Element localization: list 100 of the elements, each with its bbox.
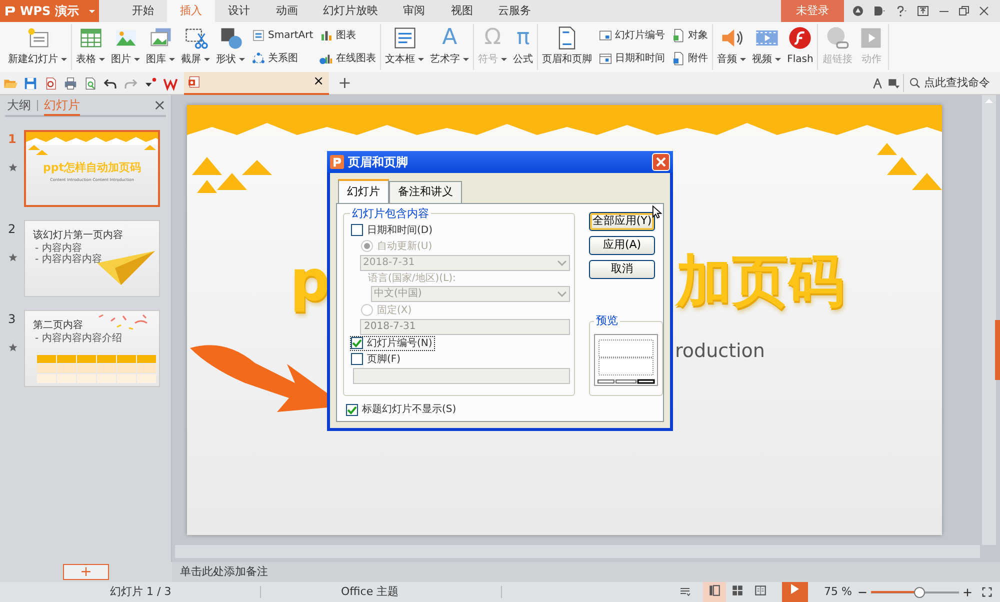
bullet-text: - 内容内容内容 xyxy=(35,252,102,267)
bullet-text: - 内容内容 xyxy=(35,242,82,254)
slide-thumbnail[interactable]: 该幻灯片第一页内容 - 内容内容 - 内容内容内容 xyxy=(24,220,160,297)
flash-icon xyxy=(787,25,814,51)
tab-close-button[interactable]: × xyxy=(312,72,325,92)
zoom-level: 75 % xyxy=(824,584,852,600)
menu-tab[interactable]: 幻灯片放映 xyxy=(311,0,390,22)
toolbar-button[interactable] xyxy=(62,76,79,90)
slide-title: 该幻灯片第一页内容 xyxy=(33,228,123,242)
ribbon-button[interactable]: 日期和时间 xyxy=(596,51,668,66)
panel-close-button[interactable]: × xyxy=(153,94,166,116)
notes-toggle-icon[interactable] xyxy=(679,586,692,598)
notes-field[interactable]: 单击此处添加备注 xyxy=(172,562,1000,582)
pi-icon: π xyxy=(516,24,530,52)
fit-window-icon[interactable] xyxy=(982,587,992,597)
close-button[interactable] xyxy=(652,153,670,171)
ribbon-button[interactable]: SmartArt xyxy=(249,28,316,43)
play-icon xyxy=(790,583,800,596)
slideshow-button[interactable] xyxy=(782,582,808,602)
dialog-title: 页眉和页脚 xyxy=(348,154,408,171)
ribbon-button[interactable]: 音频 xyxy=(715,24,748,70)
ribbon-button[interactable]: 形状 xyxy=(214,24,247,70)
menu-tab[interactable]: 云服务 xyxy=(486,0,543,22)
ribbon-button[interactable]: A 艺术字 xyxy=(428,24,472,70)
ribbon-button[interactable]: 对象 xyxy=(669,28,710,43)
ribbon-button[interactable]: 页眉和页脚 xyxy=(540,24,594,70)
radio-dot-icon xyxy=(364,243,370,249)
diagram-icon xyxy=(251,28,266,43)
dialog-button[interactable]: 取消 xyxy=(589,260,655,278)
dialog-button[interactable]: 全部应用(Y) xyxy=(589,212,655,230)
ribbon-button[interactable]: 文本框 xyxy=(383,24,426,70)
ribbon-button[interactable]: 新建幻灯片 xyxy=(6,24,69,70)
ribbon-button[interactable]: 截屏 xyxy=(179,24,212,70)
document-tab[interactable]: × xyxy=(184,72,329,94)
slide-title: 加页码 xyxy=(676,248,844,316)
menu-tab[interactable]: 动画 xyxy=(263,0,311,22)
panel-tab[interactable]: 大纲 xyxy=(7,96,31,114)
animation-star-icon xyxy=(8,162,18,173)
slide-number: 3 xyxy=(8,311,17,328)
print-preview-icon xyxy=(83,76,98,90)
slide-title: p xyxy=(290,248,330,316)
menu-tab[interactable]: 开始 xyxy=(119,0,167,22)
slide-sorter-icon xyxy=(731,584,744,597)
print-icon xyxy=(63,76,78,90)
slide-number: 2 xyxy=(8,221,17,238)
save-icon xyxy=(23,76,38,90)
menu-tab[interactable]: 审阅 xyxy=(390,0,438,22)
checkbox[interactable]: 标题幻灯片不显示(S) xyxy=(345,402,460,417)
textbox-icon xyxy=(392,25,418,51)
vertical-scrollbar[interactable] xyxy=(982,95,996,545)
normal-view-icon xyxy=(708,584,722,597)
ribbon-button[interactable]: 附件 xyxy=(669,51,710,66)
close-icon[interactable] xyxy=(978,5,990,17)
ribbon-button[interactable]: 图表 xyxy=(317,28,378,43)
checkmark-icon xyxy=(352,338,362,348)
ribbon-button[interactable]: π 公式 xyxy=(511,24,536,70)
dialog-tab[interactable]: 备注和讲义 xyxy=(389,181,462,202)
panel-icon[interactable] xyxy=(887,76,900,90)
logo-icon xyxy=(4,5,16,17)
ribbon-button[interactable]: 关系图 xyxy=(249,51,316,66)
omega-icon: Ω xyxy=(484,24,502,52)
animation-star-icon xyxy=(8,342,18,353)
letter-a-icon: A xyxy=(442,24,458,52)
menu-tab[interactable]: 设计 xyxy=(215,0,263,22)
restore-window-icon[interactable] xyxy=(916,5,930,17)
menu-tab[interactable]: 视图 xyxy=(438,0,486,22)
dialog-tab[interactable]: 幻灯片 xyxy=(338,179,389,202)
ribbon-button[interactable]: 图片 xyxy=(109,24,142,70)
ribbon-button[interactable]: 在线图表 xyxy=(317,51,378,66)
calendar-icon xyxy=(598,51,614,66)
presentation-file-icon xyxy=(188,75,202,89)
maximize-icon[interactable] xyxy=(958,5,970,17)
ribbon-button[interactable]: 图库 xyxy=(144,24,177,70)
zoom-in-icon[interactable] xyxy=(963,588,972,596)
dialog-button[interactable]: 应用(A) xyxy=(589,236,655,254)
new-tab-button[interactable]: + xyxy=(332,74,358,92)
slide-thumbnail[interactable]: 第二页内容 - 内容内容内容介绍 xyxy=(24,310,160,387)
checkmark-icon xyxy=(347,404,357,414)
slide-number: 1 xyxy=(8,131,18,148)
ribbon-button[interactable]: 表格 xyxy=(74,24,107,70)
ribbon-button[interactable]: 视频 xyxy=(750,24,784,70)
checkbox[interactable]: 页脚(F) xyxy=(350,352,404,366)
ribbon-button[interactable]: 幻灯片编号 xyxy=(596,28,668,43)
close-icon xyxy=(656,157,666,167)
bar-chart-icon xyxy=(319,28,334,43)
slide-subtitle: roduction xyxy=(675,339,765,364)
view-button[interactable] xyxy=(703,582,726,602)
field-label: 语言(国家/地区)(L): xyxy=(368,272,457,284)
slider-thumb[interactable] xyxy=(914,586,926,598)
slide-number-icon xyxy=(598,28,614,43)
theme-name: Office 主题 xyxy=(341,584,400,600)
dropdown-caret-icon[interactable] xyxy=(85,0,99,22)
search-icon xyxy=(909,77,921,89)
slide-title: 第二页内容 xyxy=(33,318,83,332)
animation-star-icon xyxy=(8,252,18,263)
checkbox[interactable]: 日期和时间(D) xyxy=(350,222,436,238)
checkbox[interactable]: 幻灯片编号(N) xyxy=(350,336,436,350)
command-search-field[interactable]: 点此查找命令 xyxy=(903,74,996,92)
ribbon-button[interactable]: Flash xyxy=(785,24,816,70)
slide-counter: 幻灯片 1 / 3 xyxy=(110,584,172,600)
